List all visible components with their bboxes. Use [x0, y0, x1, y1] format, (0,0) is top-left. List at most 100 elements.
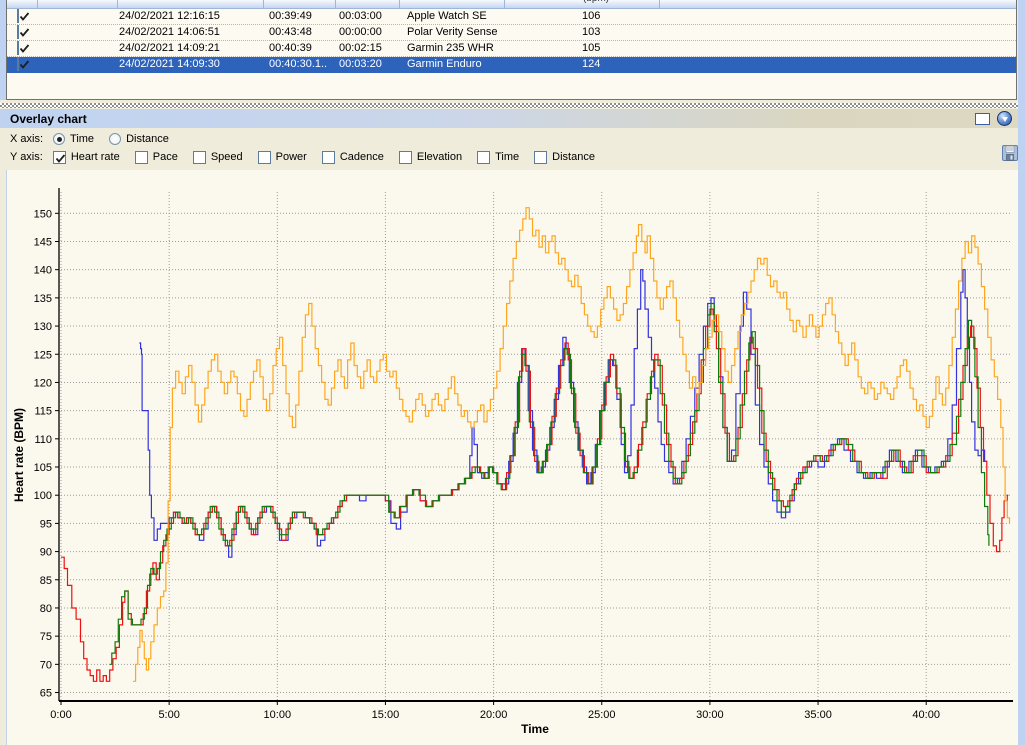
collapse-panel-button[interactable] — [997, 111, 1012, 126]
activity-offset: 00:03:20 — [335, 57, 399, 72]
column-divider[interactable] — [504, 0, 505, 8]
overlay-chart: 6570758085909510010511011512012513013514… — [6, 170, 1018, 745]
svg-text:85: 85 — [40, 575, 52, 587]
x-axis-option-distance[interactable]: Distance — [109, 133, 169, 145]
svg-text:125: 125 — [34, 349, 52, 361]
activity-duration: 00:43:48 — [263, 25, 335, 40]
activity-datetime: 24/02/2021 14:09:30 — [117, 57, 263, 72]
row-visibility-checkbox[interactable] — [17, 57, 19, 71]
radio-button[interactable] — [53, 133, 65, 145]
svg-text:25:00: 25:00 — [588, 709, 616, 721]
x-axis-control-row: X axis: Time Distance — [10, 131, 184, 147]
x-axis-label: X axis: — [10, 133, 43, 145]
checkbox[interactable] — [477, 151, 490, 164]
svg-text:10:00: 10:00 — [264, 709, 292, 721]
save-chart-button[interactable] — [1001, 144, 1019, 162]
y-axis-option-time[interactable]: Time — [477, 151, 519, 164]
y-axis-option-cadence[interactable]: Cadence — [322, 151, 384, 164]
row-visibility-checkbox[interactable] — [17, 41, 19, 55]
y-axis-option-power[interactable]: Power — [258, 151, 307, 164]
avg-heart-rate: 124 — [504, 57, 659, 72]
column-divider[interactable] — [399, 0, 400, 8]
column-divider[interactable] — [117, 0, 118, 8]
y-axis-option-pace[interactable]: Pace — [135, 151, 178, 164]
float-window-icon[interactable] — [975, 113, 990, 125]
avg-heart-rate: 103 — [504, 25, 659, 40]
application-window: (bpm) 24/02/2021 12:16:1500:39:4900:03:0… — [0, 0, 1025, 745]
column-divider[interactable] — [335, 0, 336, 8]
svg-text:105: 105 — [34, 462, 52, 474]
activity-offset: 00:02:15 — [335, 41, 399, 56]
option-label: Cadence — [340, 151, 384, 163]
table-row[interactable]: 24/02/2021 14:09:2100:40:3900:02:15Garmi… — [7, 41, 1016, 57]
activity-duration: 00:39:49 — [263, 9, 335, 24]
svg-text:Heart rate (BPM): Heart rate (BPM) — [12, 408, 26, 502]
avg-heart-rate: 106 — [504, 9, 659, 24]
column-divider[interactable] — [659, 0, 660, 8]
series-line-garmin-enduro — [133, 208, 1010, 682]
check-icon — [18, 58, 31, 71]
y-axis-label: Y axis: — [10, 151, 43, 163]
svg-text:80: 80 — [40, 603, 52, 615]
checkbox[interactable] — [534, 151, 547, 164]
option-label: Speed — [211, 151, 243, 163]
option-label: Pace — [153, 151, 178, 163]
checkbox[interactable] — [193, 151, 206, 164]
activity-duration: 00:40:39 — [263, 41, 335, 56]
device-name: Garmin 235 WHR — [399, 41, 504, 56]
table-body: 24/02/2021 12:16:1500:39:4900:03:00Apple… — [7, 9, 1016, 73]
column-divider[interactable] — [37, 0, 38, 8]
svg-text:35:00: 35:00 — [804, 709, 832, 721]
svg-text:20:00: 20:00 — [480, 709, 508, 721]
svg-text:95: 95 — [40, 518, 52, 530]
chevron-down-icon — [1002, 117, 1008, 122]
activity-datetime: 24/02/2021 14:06:51 — [117, 25, 263, 40]
column-divider[interactable] — [263, 0, 264, 8]
option-label: Time — [495, 151, 519, 163]
activity-datetime: 24/02/2021 14:09:21 — [117, 41, 263, 56]
series-line-apple-watch-se — [139, 270, 987, 558]
svg-text:110: 110 — [34, 434, 52, 446]
option-label: Distance — [552, 151, 595, 163]
row-visibility-checkbox[interactable] — [17, 25, 19, 39]
series-line-polar-verity-sense — [61, 309, 1008, 681]
checkbox[interactable] — [322, 151, 335, 164]
table-row[interactable]: 24/02/2021 14:06:5100:43:4800:00:00Polar… — [7, 25, 1016, 41]
svg-text:75: 75 — [40, 631, 52, 643]
svg-text:130: 130 — [34, 321, 52, 333]
activity-offset: 00:03:00 — [335, 9, 399, 24]
radio-button[interactable] — [109, 133, 121, 145]
table-row[interactable]: 24/02/2021 14:09:3000:40:30.1..00:03:20G… — [7, 57, 1016, 73]
checkbox[interactable] — [399, 151, 412, 164]
option-label: Power — [276, 151, 307, 163]
panel-title: Overlay chart — [10, 112, 975, 126]
checkbox[interactable] — [53, 151, 66, 164]
svg-text:15:00: 15:00 — [372, 709, 400, 721]
activity-table: (bpm) 24/02/2021 12:16:1500:39:4900:03:0… — [6, 0, 1017, 100]
save-floppy-icon — [1001, 144, 1019, 162]
series-line-garmin-235-whr — [110, 304, 989, 665]
x-axis-option-time[interactable]: Time — [53, 133, 94, 145]
y-axis-option-speed[interactable]: Speed — [193, 151, 243, 164]
option-label: Distance — [126, 133, 169, 145]
checkbox[interactable] — [258, 151, 271, 164]
y-axis-option-elevation[interactable]: Elevation — [399, 151, 462, 164]
check-icon — [54, 152, 67, 165]
table-header[interactable]: (bpm) — [7, 0, 1016, 9]
row-visibility-checkbox[interactable] — [17, 9, 19, 23]
y-axis-option-heart-rate[interactable]: Heart rate — [53, 151, 120, 164]
svg-text:0:00: 0:00 — [50, 709, 71, 721]
checkbox[interactable] — [135, 151, 148, 164]
svg-text:40:00: 40:00 — [912, 709, 940, 721]
y-axis-option-distance[interactable]: Distance — [534, 151, 595, 164]
svg-text:135: 135 — [34, 293, 52, 305]
table-row[interactable]: 24/02/2021 12:16:1500:39:4900:03:00Apple… — [7, 9, 1016, 25]
svg-text:115: 115 — [34, 406, 52, 418]
device-name: Garmin Enduro — [399, 57, 504, 72]
svg-text:100: 100 — [34, 490, 52, 502]
horizontal-splitter[interactable] — [0, 103, 1018, 108]
check-icon — [18, 26, 31, 39]
svg-text:140: 140 — [34, 265, 52, 277]
heart-rate-chart-canvas[interactable]: 6570758085909510010511011512012513013514… — [7, 170, 1019, 745]
activity-datetime: 24/02/2021 12:16:15 — [117, 9, 263, 24]
